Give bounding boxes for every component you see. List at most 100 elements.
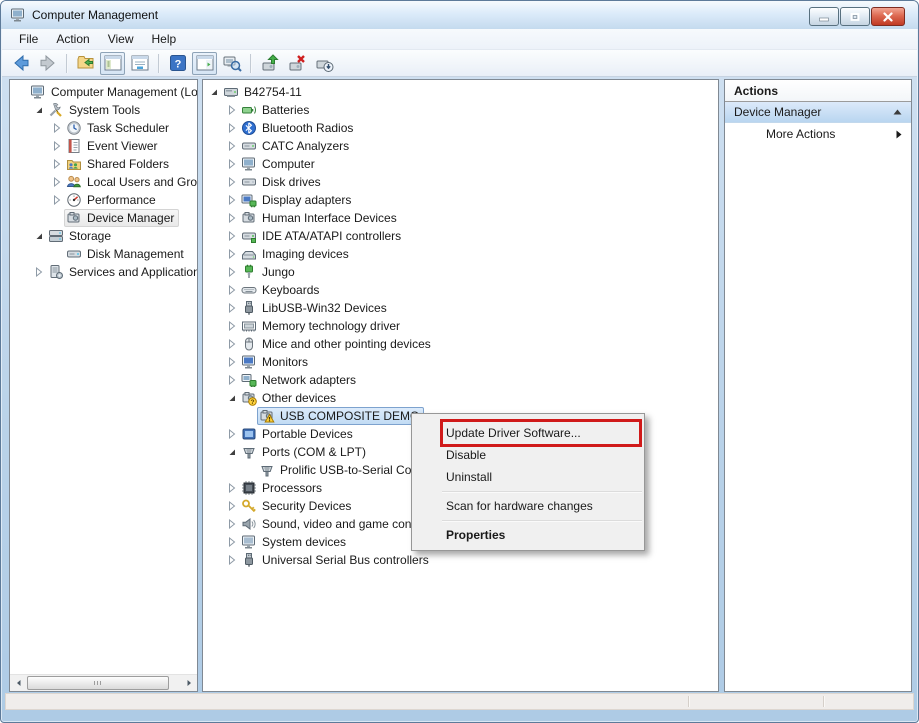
expander-collapsed-icon[interactable] <box>225 231 239 241</box>
chevron-up-icon[interactable] <box>893 109 902 115</box>
tree-item-jungo[interactable]: Jungo <box>203 263 718 281</box>
expander-collapsed-icon[interactable] <box>225 483 239 493</box>
expander-collapsed-icon[interactable] <box>50 195 64 205</box>
expander-collapsed-icon[interactable] <box>225 555 239 565</box>
usb-warning-icon <box>259 408 275 424</box>
expander-collapsed-icon[interactable] <box>225 357 239 367</box>
tree-item-human-interface-devices[interactable]: Human Interface Devices <box>203 209 718 227</box>
tree-item-imaging-devices[interactable]: Imaging devices <box>203 245 718 263</box>
expander-expanded-icon[interactable] <box>225 447 239 457</box>
expander-collapsed-icon[interactable] <box>50 159 64 169</box>
menu-view[interactable]: View <box>99 29 143 49</box>
scrollbar-track[interactable] <box>169 675 180 691</box>
menu-action[interactable]: Action <box>47 29 98 49</box>
tree-item-universal-serial-bus-controllers[interactable]: Universal Serial Bus controllers <box>203 551 718 569</box>
close-button[interactable] <box>871 7 905 26</box>
expander-collapsed-icon[interactable] <box>225 123 239 133</box>
hid-icon <box>241 210 257 226</box>
tree-item-other-devices[interactable]: ? Other devices <box>203 389 718 407</box>
expander-collapsed-icon[interactable] <box>32 267 46 277</box>
expander-expanded-icon[interactable] <box>207 87 221 97</box>
expander-collapsed-icon[interactable] <box>225 321 239 331</box>
toolbar-export-folder-button[interactable] <box>73 52 98 75</box>
uninstall-device-icon <box>287 53 307 73</box>
tree-item-disk-drives[interactable]: Disk drives <box>203 173 718 191</box>
tree-item-batteries[interactable]: Batteries <box>203 101 718 119</box>
expander-collapsed-icon[interactable] <box>225 375 239 385</box>
menu-file[interactable]: File <box>10 29 47 49</box>
more-actions-item[interactable]: More Actions <box>725 123 911 145</box>
toolbar-action-pane-toggle-button[interactable] <box>192 52 217 75</box>
horizontal-scrollbar[interactable] <box>10 674 197 691</box>
tree-item-keyboards[interactable]: Keyboards <box>203 281 718 299</box>
toolbar-back-button[interactable] <box>8 52 33 75</box>
expander-expanded-icon[interactable] <box>32 231 46 241</box>
scroll-right-button[interactable] <box>180 675 197 691</box>
tree-item-storage[interactable]: Storage <box>10 227 197 245</box>
tree-item-local-users-and-groups[interactable]: Local Users and Groups <box>10 173 197 191</box>
minimize-button[interactable] <box>809 7 839 26</box>
expander-collapsed-icon[interactable] <box>225 501 239 511</box>
tree-item-memory-technology-driver[interactable]: Memory technology driver <box>203 317 718 335</box>
expander-collapsed-icon[interactable] <box>50 123 64 133</box>
expander-collapsed-icon[interactable] <box>225 519 239 529</box>
actions-group-device-manager[interactable]: Device Manager <box>725 102 911 123</box>
toolbar-update-driver-button[interactable] <box>257 52 282 75</box>
expander-collapsed-icon[interactable] <box>225 177 239 187</box>
tree-item-disk-management[interactable]: Disk Management <box>10 245 197 263</box>
tree-item-libusb-win32-devices[interactable]: LibUSB-Win32 Devices <box>203 299 718 317</box>
expander-collapsed-icon[interactable] <box>225 195 239 205</box>
toolbar-forward-button[interactable] <box>35 52 60 75</box>
toolbar-disable-device-button[interactable] <box>311 52 336 75</box>
tree-item-device-manager[interactable]: Device Manager <box>10 209 197 227</box>
context-menu-item-disable[interactable]: Disable <box>412 444 644 466</box>
title-bar[interactable]: Computer Management <box>1 1 918 29</box>
expander-collapsed-icon[interactable] <box>225 267 239 277</box>
expander-collapsed-icon[interactable] <box>225 141 239 151</box>
tree-item-display-adapters[interactable]: Display adapters <box>203 191 718 209</box>
context-menu-item-scan-for-hardware-changes[interactable]: Scan for hardware changes <box>412 495 644 517</box>
expander-collapsed-icon[interactable] <box>50 141 64 151</box>
tree-item-system-tools[interactable]: System Tools <box>10 101 197 119</box>
tree-item-task-scheduler[interactable]: Task Scheduler <box>10 119 197 137</box>
tree-item-event-viewer[interactable]: Event Viewer <box>10 137 197 155</box>
context-menu-item-properties[interactable]: Properties <box>412 524 644 546</box>
context-menu-item-update-driver-software[interactable]: Update Driver Software... <box>412 422 644 444</box>
toolbar-help-button[interactable]: ? <box>165 52 190 75</box>
expander-collapsed-icon[interactable] <box>225 213 239 223</box>
toolbar-separator <box>158 54 159 73</box>
expander-expanded-icon[interactable] <box>32 105 46 115</box>
tree-item-shared-folders[interactable]: Shared Folders <box>10 155 197 173</box>
toolbar-uninstall-device-button[interactable] <box>284 52 309 75</box>
item-label: Monitors <box>262 355 309 369</box>
scrollbar-thumb[interactable] <box>27 676 169 690</box>
tree-item-performance[interactable]: Performance <box>10 191 197 209</box>
tree-item-b42754-11[interactable]: B42754-11 <box>203 83 718 101</box>
expander-collapsed-icon[interactable] <box>225 249 239 259</box>
expander-collapsed-icon[interactable] <box>225 429 239 439</box>
menu-help[interactable]: Help <box>143 29 186 49</box>
expander-collapsed-icon[interactable] <box>50 177 64 187</box>
restore-button[interactable] <box>840 7 870 26</box>
expander-collapsed-icon[interactable] <box>225 285 239 295</box>
tree-item-computer[interactable]: Computer <box>203 155 718 173</box>
expander-collapsed-icon[interactable] <box>225 105 239 115</box>
tree-item-network-adapters[interactable]: Network adapters <box>203 371 718 389</box>
tree-item-computer-management-local[interactable]: Computer Management (Local <box>10 83 197 101</box>
tree-item-monitors[interactable]: Monitors <box>203 353 718 371</box>
tree-item-catc-analyzers[interactable]: CATC Analyzers <box>203 137 718 155</box>
expander-collapsed-icon[interactable] <box>225 339 239 349</box>
tree-item-mice-and-other-pointing-devices[interactable]: Mice and other pointing devices <box>203 335 718 353</box>
tree-item-ide-ata-atapi-controllers[interactable]: IDE ATA/ATAPI controllers <box>203 227 718 245</box>
tree-item-services-and-applications[interactable]: Services and Applications <box>10 263 197 281</box>
expander-collapsed-icon[interactable] <box>225 303 239 313</box>
scroll-left-button[interactable] <box>10 675 27 691</box>
expander-expanded-icon[interactable] <box>225 393 239 403</box>
context-menu-item-uninstall[interactable]: Uninstall <box>412 466 644 488</box>
toolbar-properties-window-button[interactable] <box>127 52 152 75</box>
toolbar-scan-hardware-button[interactable] <box>219 52 244 75</box>
expander-collapsed-icon[interactable] <box>225 159 239 169</box>
expander-collapsed-icon[interactable] <box>225 537 239 547</box>
toolbar-console-tree-toggle-button[interactable] <box>100 52 125 75</box>
tree-item-bluetooth-radios[interactable]: Bluetooth Radios <box>203 119 718 137</box>
